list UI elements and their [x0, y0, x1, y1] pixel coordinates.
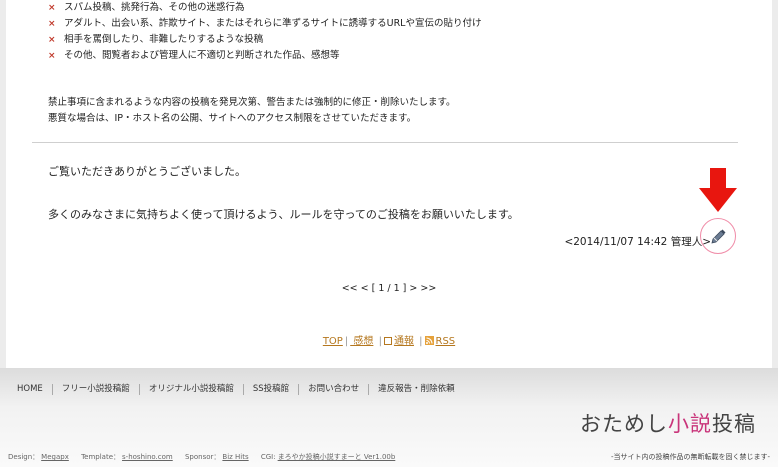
x-mark-icon: × — [48, 3, 56, 13]
rule-text: 相手を罵倒したり、非難したりするような投稿 — [64, 34, 264, 45]
separator: | — [419, 336, 423, 347]
rule-item: × スパム投稿、挑発行為、その他の迷惑行為 — [48, 0, 481, 16]
x-mark-icon: × — [48, 51, 56, 61]
rss-icon — [424, 336, 434, 345]
separator: | — [344, 336, 349, 347]
footer-nav: HOME フリー小説投稿館 オリジナル小説投稿館 SS投稿館 お問い合わせ 違反報告・削除… — [8, 384, 464, 395]
post-stamp: <2014/11/07 14:42 管理人> — [564, 236, 711, 248]
site-title[interactable]: おためし小説投稿 — [580, 408, 756, 438]
tagline: -当サイト内の投稿作品の無断転載を固く禁じます- — [610, 453, 770, 461]
site-title-part: 投稿 — [712, 412, 756, 436]
footer-nav-free[interactable]: フリー小説投稿館 — [53, 384, 140, 395]
credit-label: Design： — [8, 453, 40, 461]
footer-nav-home[interactable]: HOME — [8, 384, 53, 395]
site-title-part: おためし — [580, 412, 668, 436]
pencil-icon[interactable] — [710, 228, 726, 244]
footer-nav-report[interactable]: 違反報告・削除依頼 — [369, 384, 464, 395]
rule-text: アダルト、出会い系、詐欺サイト、またはそれらに準ずるサイトに誘導するURLや宣伝… — [64, 18, 482, 29]
separator: | — [378, 336, 382, 347]
sponsor-link[interactable]: Biz Hits — [222, 453, 248, 461]
credits: Design： Megapx Template： s-hoshino.com Spo… — [8, 452, 405, 462]
top-link[interactable]: TOP — [323, 336, 343, 347]
rule-item: × その他、閲覧者および管理人に不適切と判断された作品、感想等 — [48, 48, 481, 64]
thanks-message: ご覧いただきありがとうございました。 — [48, 165, 246, 178]
main-content: × スパム投稿、挑発行為、その他の迷惑行為 × アダルト、出会い系、詐欺サイト、また… — [0, 0, 778, 368]
notice-line: 悪質な場合は、IP・ホスト名の公開、サイトへのアクセス制限をさせていただきます。 — [48, 113, 417, 124]
credit-label: CGI: — [260, 453, 276, 461]
footer-nav-ss[interactable]: SS投稿館 — [244, 384, 300, 395]
request-message: 多くのみなさまに気持ちよく使って頂けるよう、ルールを守ってのご投稿をお願いいたし… — [48, 208, 519, 221]
credit-label: Sponsor： — [184, 453, 221, 461]
arrow-down-icon — [699, 168, 737, 212]
cgi-link[interactable]: まろやか投稿小説すまーと Ver1.00b — [278, 453, 396, 461]
rule-text: その他、閲覧者および管理人に不適切と判断された作品、感想等 — [64, 50, 340, 61]
template-link[interactable]: s-hoshino.com — [122, 453, 173, 461]
x-mark-icon: × — [48, 35, 56, 45]
rss-link[interactable]: RSS — [424, 336, 456, 347]
footer-nav-original[interactable]: オリジナル小説投稿館 — [140, 384, 244, 395]
tsuho-link[interactable]: 通報 — [383, 336, 414, 347]
rule-item: × 相手を罵倒したり、非難したりするような投稿 — [48, 32, 481, 48]
rss-label: RSS — [435, 336, 456, 347]
design-link[interactable]: Megapx — [41, 453, 69, 461]
notice-line: 禁止事項に含まれるような内容の投稿を発見次第、警告または強制的に修正・削除いたし… — [48, 97, 456, 108]
credit-label: Template： — [81, 453, 121, 461]
tsuho-label: 通報 — [393, 336, 414, 347]
site-title-accent: 小説 — [668, 412, 712, 436]
notice: 禁止事項に含まれるような内容の投稿を発見次第、警告または強制的に修正・削除いたし… — [48, 95, 456, 127]
x-mark-icon: × — [48, 19, 56, 29]
footer-nav-contact[interactable]: お問い合わせ — [299, 384, 370, 395]
bottom-links: TOP | 感想 | 通報 | RSS — [0, 332, 778, 347]
divider — [32, 142, 738, 143]
rules-list: × スパム投稿、挑発行為、その他の迷惑行為 × アダルト、出会い系、詐欺サイト、また… — [48, 0, 481, 64]
rule-item: × アダルト、出会い系、詐欺サイト、またはそれらに準ずるサイトに誘導するURLや宣… — [48, 16, 481, 32]
pager[interactable]: << < [ 1 / 1 ] > >> — [0, 283, 778, 294]
square-icon — [383, 337, 392, 345]
rule-text: スパム投稿、挑発行為、その他の迷惑行為 — [64, 2, 245, 13]
kansou-link[interactable]: 感想 — [350, 336, 373, 347]
